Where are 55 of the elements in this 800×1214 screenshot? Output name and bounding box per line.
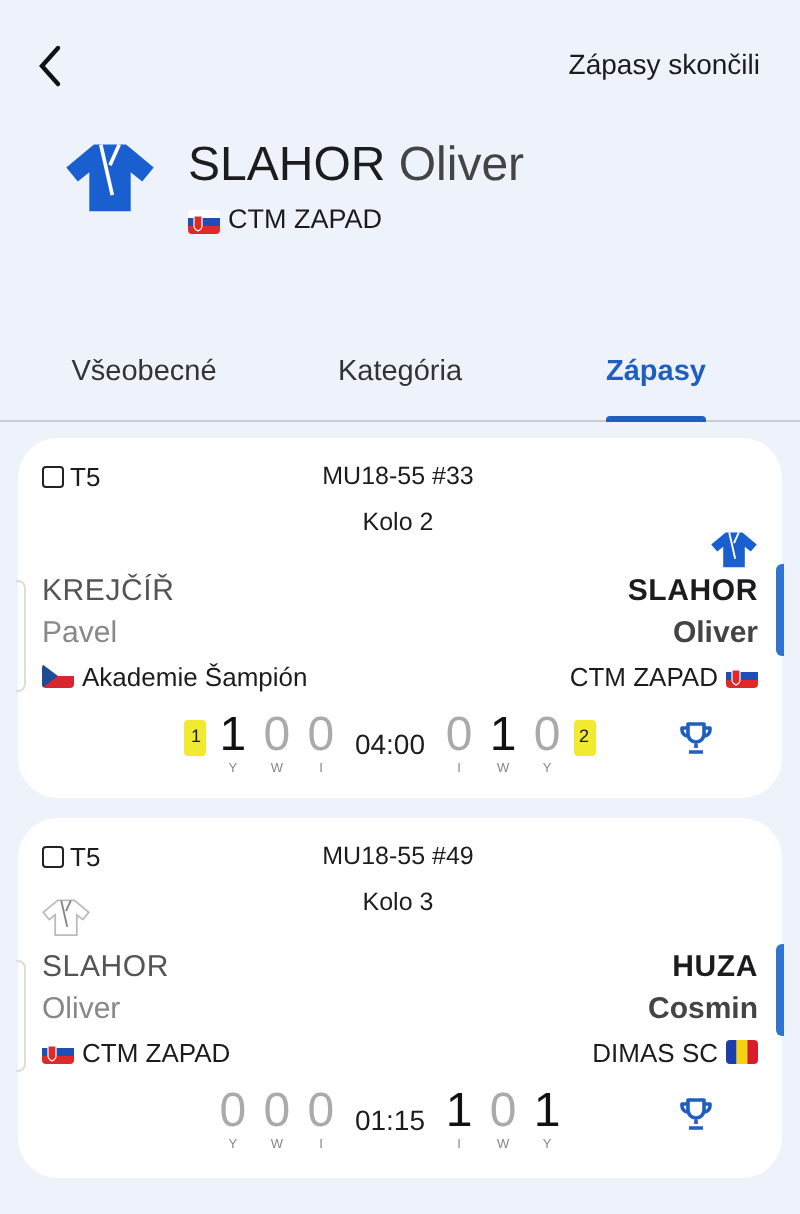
surname: SLAHOR — [42, 949, 171, 985]
score-digit: 1 — [443, 1088, 475, 1136]
flag-icon — [726, 1040, 758, 1065]
judogi-icon — [64, 140, 156, 214]
trophy-icon[interactable] — [678, 1096, 714, 1132]
surname: KREJČÍŘ — [42, 573, 177, 609]
penalty-card: 1 — [184, 720, 207, 755]
score-digit: 0 — [443, 712, 475, 760]
club-name: Akademie Šampión — [82, 659, 308, 696]
match-category: MU18-55 #33 — [320, 460, 476, 494]
given-name: Oliver — [42, 991, 123, 1027]
score-digit: 1 — [487, 712, 519, 760]
match-time: 01:15 — [354, 1102, 426, 1140]
side-marker — [776, 944, 784, 1036]
athlete-name: SLAHOR Oliver — [188, 140, 525, 193]
surname: HUZA — [672, 949, 758, 985]
club-name: CTM ZAPAD — [228, 202, 382, 239]
tatami-label: T5 — [70, 840, 101, 876]
penalty-card: 2 — [573, 720, 596, 755]
flag-icon — [42, 664, 74, 689]
tatami-label: T5 — [70, 460, 101, 496]
surname: SLAHOR — [627, 573, 758, 609]
club-name: CTM ZAPAD — [569, 659, 718, 695]
tab[interactable]: Zápasy — [528, 328, 784, 420]
given-name: Cosmin — [647, 991, 758, 1027]
side-marker — [16, 960, 26, 1072]
back-icon[interactable] — [36, 44, 64, 88]
match-category: MU18-55 #49 — [320, 840, 476, 874]
flag-icon — [42, 1040, 74, 1065]
tab[interactable]: Všeobecné — [16, 328, 272, 420]
given-name: Oliver — [672, 615, 758, 651]
score-digit: 0 — [305, 1088, 337, 1136]
tab[interactable]: Kategória — [272, 328, 528, 420]
club-name: DIMAS SC — [592, 1035, 718, 1071]
checkbox-icon — [42, 466, 64, 489]
score-digit: 0 — [487, 1088, 519, 1136]
trophy-icon[interactable] — [678, 720, 714, 756]
score-digit: 1 — [217, 712, 249, 760]
flag-icon — [726, 664, 758, 689]
club-name: CTM ZAPAD — [82, 1035, 231, 1071]
status-text: Zápasy skončili — [568, 46, 760, 84]
score-digit: 1 — [531, 1088, 563, 1136]
round-label: Kolo 3 — [360, 885, 436, 920]
flag-icon — [188, 209, 220, 234]
score-digit: 0 — [261, 712, 293, 760]
score-digit: 0 — [305, 712, 337, 760]
score-digit: 0 — [217, 1088, 249, 1136]
checkbox-icon — [42, 846, 64, 869]
round-label: Kolo 2 — [360, 505, 436, 540]
given-name: Pavel — [42, 615, 120, 651]
score-digit: 0 — [261, 1088, 293, 1136]
match-time: 04:00 — [354, 726, 426, 764]
score-digit: 0 — [531, 712, 563, 760]
side-marker — [16, 580, 26, 692]
side-marker — [776, 564, 784, 656]
